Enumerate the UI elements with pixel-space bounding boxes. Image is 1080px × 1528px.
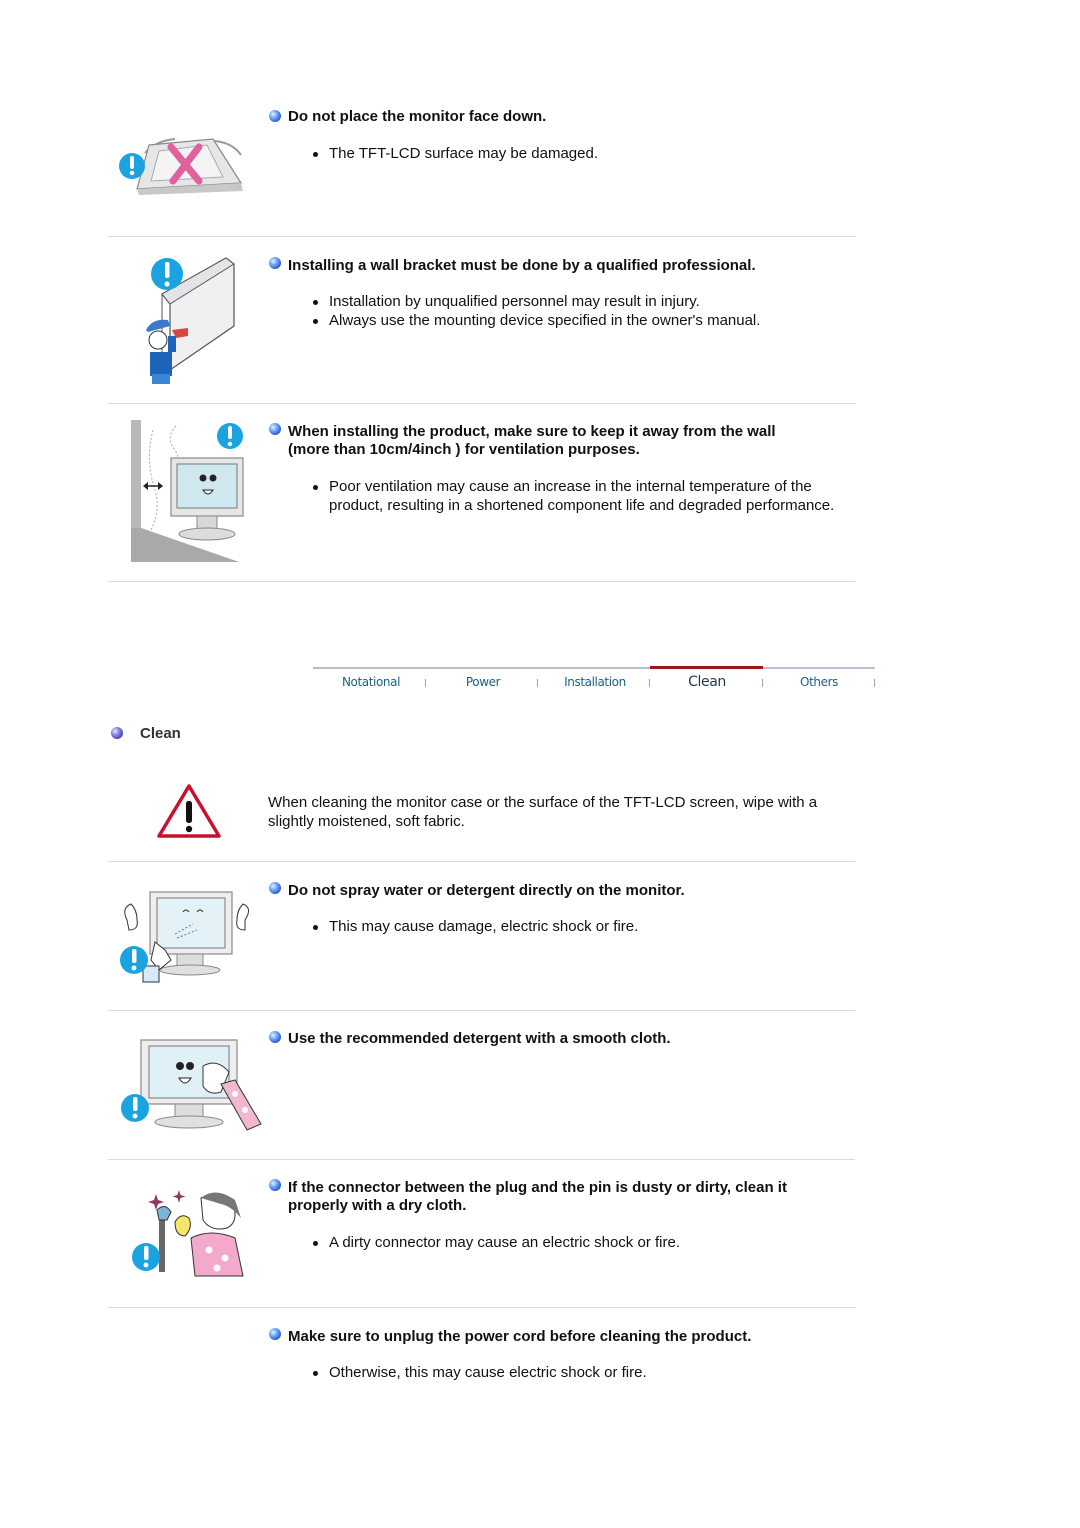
- tab-separator: [425, 679, 426, 687]
- list-item: The TFT-LCD surface may be damaged.: [310, 145, 850, 164]
- section-heading-line: If the connector between the plug and th…: [288, 1179, 787, 1196]
- bullet-list: Poor ventilation may cause an increase i…: [310, 478, 835, 515]
- divider: [108, 581, 855, 582]
- monitor-face-down-illustration: [119, 138, 243, 195]
- blue-bullet-icon: [269, 257, 281, 269]
- section-bullet-icon: [111, 727, 123, 739]
- monitor-wall-clearance-illustration: [131, 420, 251, 564]
- list-item: Always use the mounting device specified…: [310, 312, 850, 331]
- divider: [108, 236, 855, 237]
- active-tab-indicator: [650, 666, 763, 669]
- tab-power[interactable]: Power: [427, 675, 539, 689]
- wall-bracket-installer-illustration: [146, 257, 235, 384]
- bullet-list: Installation by unqualified personnel ma…: [310, 293, 850, 330]
- clean-intro-text: When cleaning the monitor case or the su…: [268, 794, 818, 830]
- section-heading: If the connector between the plug and th…: [288, 1179, 848, 1215]
- bullet-list: A dirty connector may cause an electric …: [310, 1234, 850, 1253]
- tab-separator: [649, 679, 650, 687]
- blue-bullet-icon: [269, 882, 281, 894]
- list-item: This may cause damage, electric shock or…: [310, 918, 850, 937]
- section-heading: Make sure to unplug the power cord befor…: [288, 1328, 752, 1345]
- list-item: Otherwise, this may cause electric shock…: [310, 1364, 850, 1383]
- tab-bar-line: [313, 667, 650, 669]
- divider: [108, 403, 855, 404]
- blue-bullet-icon: [269, 1328, 281, 1340]
- section-heading: Use the recommended detergent with a smo…: [288, 1030, 671, 1047]
- cleaning-plug-illustration: [132, 1190, 244, 1277]
- blue-bullet-icon: [269, 110, 281, 122]
- blue-bullet-icon: [269, 423, 281, 435]
- tab-bar-line: [763, 667, 875, 669]
- wiping-monitor-illustration: [121, 1039, 262, 1131]
- divider: [108, 1159, 855, 1160]
- list-item: Poor ventilation may cause an increase i…: [310, 478, 835, 515]
- section-heading: Installing a wall bracket must be done b…: [288, 257, 756, 274]
- chapter-tab-bar: Notational Power Installation Clean Othe…: [313, 666, 875, 697]
- tab-others[interactable]: Others: [763, 675, 875, 689]
- section-title: Clean: [140, 725, 181, 742]
- tab-installation[interactable]: Installation: [539, 675, 651, 689]
- section-heading: Do not spray water or detergent directly…: [288, 882, 685, 899]
- divider: [108, 861, 855, 862]
- tab-separator: [537, 679, 538, 687]
- bullet-list: The TFT-LCD surface may be damaged.: [310, 145, 850, 164]
- tab-notational[interactable]: Notational: [315, 675, 427, 689]
- list-item: A dirty connector may cause an electric …: [310, 1234, 850, 1253]
- section-heading: Do not place the monitor face down.: [288, 108, 547, 125]
- blue-bullet-icon: [269, 1031, 281, 1043]
- bullet-list: Otherwise, this may cause electric shock…: [310, 1364, 850, 1383]
- spray-monitor-illustration: [120, 891, 249, 983]
- section-heading-line: properly with a dry cloth.: [288, 1197, 467, 1214]
- tab-separator: [874, 679, 875, 687]
- list-item: Installation by unqualified personnel ma…: [310, 293, 850, 312]
- divider: [108, 1307, 855, 1308]
- section-heading: When installing the product, make sure t…: [288, 423, 848, 459]
- bullet-list: This may cause damage, electric shock or…: [310, 918, 850, 937]
- warning-triangle-icon: [157, 784, 221, 838]
- divider: [108, 1010, 855, 1011]
- section-heading-line: When installing the product, make sure t…: [288, 423, 776, 440]
- section-heading-line: (more than 10cm/4inch ) for ventilation …: [288, 441, 640, 458]
- blue-bullet-icon: [269, 1179, 281, 1191]
- tab-clean[interactable]: Clean: [651, 674, 763, 690]
